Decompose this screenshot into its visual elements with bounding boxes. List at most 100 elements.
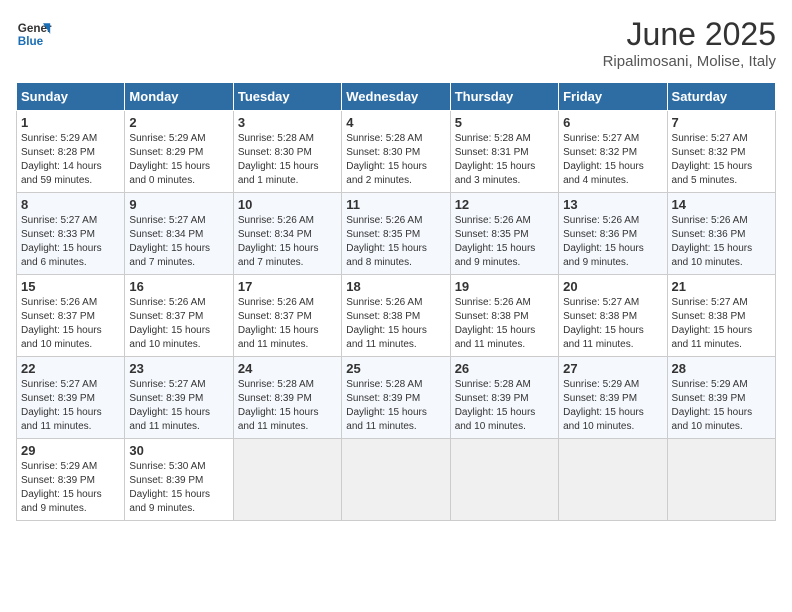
day-info: Sunrise: 5:27 AM Sunset: 8:38 PM Dayligh… [672, 296, 771, 352]
calendar-cell: 25 Sunrise: 5:28 AM Sunset: 8:39 PM Dayli… [342, 357, 450, 439]
day-number: 23 [129, 361, 228, 376]
day-info: Sunrise: 5:28 AM Sunset: 8:39 PM Dayligh… [346, 378, 445, 434]
logo: General Blue [16, 16, 52, 52]
day-number: 17 [238, 279, 337, 294]
calendar-cell: 21 Sunrise: 5:27 AM Sunset: 8:38 PM Dayli… [667, 275, 775, 357]
week-row-1: 1 Sunrise: 5:29 AM Sunset: 8:28 PM Daylig… [17, 111, 776, 193]
weekday-header-thursday: Thursday [450, 83, 558, 111]
day-number: 8 [21, 197, 120, 212]
calendar-cell: 18 Sunrise: 5:26 AM Sunset: 8:38 PM Dayli… [342, 275, 450, 357]
weekday-header-sunday: Sunday [17, 83, 125, 111]
weekday-header-row: SundayMondayTuesdayWednesdayThursdayFrid… [17, 83, 776, 111]
calendar-cell: 1 Sunrise: 5:29 AM Sunset: 8:28 PM Daylig… [17, 111, 125, 193]
day-info: Sunrise: 5:28 AM Sunset: 8:30 PM Dayligh… [238, 132, 337, 188]
week-row-2: 8 Sunrise: 5:27 AM Sunset: 8:33 PM Daylig… [17, 193, 776, 275]
day-info: Sunrise: 5:26 AM Sunset: 8:38 PM Dayligh… [346, 296, 445, 352]
weekday-header-tuesday: Tuesday [233, 83, 341, 111]
day-number: 15 [21, 279, 120, 294]
header: General Blue June 2025 Ripalimosani, Mol… [16, 16, 776, 70]
day-info: Sunrise: 5:30 AM Sunset: 8:39 PM Dayligh… [129, 460, 228, 516]
day-info: Sunrise: 5:27 AM Sunset: 8:38 PM Dayligh… [563, 296, 662, 352]
calendar-title: June 2025 [603, 16, 776, 53]
calendar-cell: 28 Sunrise: 5:29 AM Sunset: 8:39 PM Dayli… [667, 357, 775, 439]
day-number: 9 [129, 197, 228, 212]
calendar-cell [342, 439, 450, 521]
calendar-cell: 11Sunrise: 5:26 AM Sunset: 8:35 PM Dayli… [342, 193, 450, 275]
day-number: 20 [563, 279, 662, 294]
day-info: Sunrise: 5:26 AM Sunset: 8:36 PM Dayligh… [672, 214, 771, 270]
day-info: Sunrise: 5:29 AM Sunset: 8:28 PM Dayligh… [21, 132, 120, 188]
day-info: Sunrise: 5:28 AM Sunset: 8:30 PM Dayligh… [346, 132, 445, 188]
calendar-subtitle: Ripalimosani, Molise, Italy [603, 53, 776, 70]
day-number: 26 [455, 361, 554, 376]
calendar-cell: 10Sunrise: 5:26 AM Sunset: 8:34 PM Dayli… [233, 193, 341, 275]
day-number: 1 [21, 115, 120, 130]
day-info: Sunrise: 5:26 AM Sunset: 8:35 PM Dayligh… [455, 214, 554, 270]
calendar-cell: 13 Sunrise: 5:26 AM Sunset: 8:36 PM Dayli… [559, 193, 667, 275]
day-number: 2 [129, 115, 228, 130]
day-number: 14 [672, 197, 771, 212]
calendar-cell: 16Sunrise: 5:26 AM Sunset: 8:37 PM Dayli… [125, 275, 233, 357]
day-info: Sunrise: 5:27 AM Sunset: 8:32 PM Dayligh… [672, 132, 771, 188]
day-number: 3 [238, 115, 337, 130]
day-info: Sunrise: 5:26 AM Sunset: 8:37 PM Dayligh… [238, 296, 337, 352]
calendar-cell [559, 439, 667, 521]
day-number: 19 [455, 279, 554, 294]
day-number: 27 [563, 361, 662, 376]
day-info: Sunrise: 5:28 AM Sunset: 8:31 PM Dayligh… [455, 132, 554, 188]
day-info: Sunrise: 5:26 AM Sunset: 8:35 PM Dayligh… [346, 214, 445, 270]
week-row-5: 29 Sunrise: 5:29 AM Sunset: 8:39 PM Dayli… [17, 439, 776, 521]
day-number: 4 [346, 115, 445, 130]
day-number: 13 [563, 197, 662, 212]
calendar-cell: 2Sunrise: 5:29 AM Sunset: 8:29 PM Daylig… [125, 111, 233, 193]
day-info: Sunrise: 5:29 AM Sunset: 8:39 PM Dayligh… [672, 378, 771, 434]
day-number: 21 [672, 279, 771, 294]
weekday-header-wednesday: Wednesday [342, 83, 450, 111]
calendar-cell [667, 439, 775, 521]
day-info: Sunrise: 5:27 AM Sunset: 8:39 PM Dayligh… [21, 378, 120, 434]
calendar-cell: 4 Sunrise: 5:28 AM Sunset: 8:30 PM Daylig… [342, 111, 450, 193]
day-info: Sunrise: 5:28 AM Sunset: 8:39 PM Dayligh… [238, 378, 337, 434]
calendar-cell: 15Sunrise: 5:26 AM Sunset: 8:37 PM Dayli… [17, 275, 125, 357]
day-number: 10 [238, 197, 337, 212]
calendar-table: SundayMondayTuesdayWednesdayThursdayFrid… [16, 82, 776, 521]
day-info: Sunrise: 5:26 AM Sunset: 8:38 PM Dayligh… [455, 296, 554, 352]
calendar-cell: 12Sunrise: 5:26 AM Sunset: 8:35 PM Dayli… [450, 193, 558, 275]
day-number: 30 [129, 443, 228, 458]
calendar-cell: 27Sunrise: 5:29 AM Sunset: 8:39 PM Dayli… [559, 357, 667, 439]
calendar-cell: 26 Sunrise: 5:28 AM Sunset: 8:39 PM Dayli… [450, 357, 558, 439]
calendar-cell: 30 Sunrise: 5:30 AM Sunset: 8:39 PM Dayli… [125, 439, 233, 521]
calendar-cell: 3 Sunrise: 5:28 AM Sunset: 8:30 PM Daylig… [233, 111, 341, 193]
day-info: Sunrise: 5:29 AM Sunset: 8:39 PM Dayligh… [21, 460, 120, 516]
calendar-cell: 7Sunrise: 5:27 AM Sunset: 8:32 PM Daylig… [667, 111, 775, 193]
day-number: 6 [563, 115, 662, 130]
weekday-header-friday: Friday [559, 83, 667, 111]
day-number: 18 [346, 279, 445, 294]
day-number: 29 [21, 443, 120, 458]
day-info: Sunrise: 5:26 AM Sunset: 8:37 PM Dayligh… [129, 296, 228, 352]
calendar-cell: 14 Sunrise: 5:26 AM Sunset: 8:36 PM Dayli… [667, 193, 775, 275]
day-number: 28 [672, 361, 771, 376]
week-row-4: 22 Sunrise: 5:27 AM Sunset: 8:39 PM Dayli… [17, 357, 776, 439]
day-number: 5 [455, 115, 554, 130]
calendar-cell: 29 Sunrise: 5:29 AM Sunset: 8:39 PM Dayli… [17, 439, 125, 521]
day-info: Sunrise: 5:27 AM Sunset: 8:34 PM Dayligh… [129, 214, 228, 270]
day-number: 24 [238, 361, 337, 376]
day-number: 22 [21, 361, 120, 376]
title-area: June 2025 Ripalimosani, Molise, Italy [603, 16, 776, 70]
calendar-cell: 8 Sunrise: 5:27 AM Sunset: 8:33 PM Daylig… [17, 193, 125, 275]
svg-text:Blue: Blue [18, 35, 44, 48]
weekday-header-saturday: Saturday [667, 83, 775, 111]
calendar-cell [450, 439, 558, 521]
day-info: Sunrise: 5:27 AM Sunset: 8:33 PM Dayligh… [21, 214, 120, 270]
day-number: 25 [346, 361, 445, 376]
calendar-cell: 24 Sunrise: 5:28 AM Sunset: 8:39 PM Dayli… [233, 357, 341, 439]
day-info: Sunrise: 5:28 AM Sunset: 8:39 PM Dayligh… [455, 378, 554, 434]
calendar-cell: 20 Sunrise: 5:27 AM Sunset: 8:38 PM Dayli… [559, 275, 667, 357]
logo-icon: General Blue [16, 16, 52, 52]
calendar-cell: 6Sunrise: 5:27 AM Sunset: 8:32 PM Daylig… [559, 111, 667, 193]
weekday-header-monday: Monday [125, 83, 233, 111]
calendar-cell: 17 Sunrise: 5:26 AM Sunset: 8:37 PM Dayli… [233, 275, 341, 357]
calendar-cell: 19 Sunrise: 5:26 AM Sunset: 8:38 PM Dayli… [450, 275, 558, 357]
day-info: Sunrise: 5:26 AM Sunset: 8:36 PM Dayligh… [563, 214, 662, 270]
